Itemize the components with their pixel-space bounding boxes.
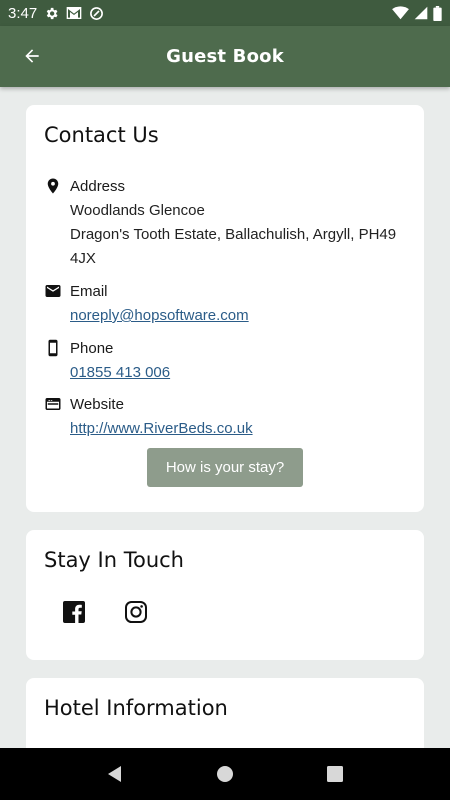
phone-link[interactable]: 01855 413 006 <box>70 361 404 385</box>
website-label: Website <box>70 396 124 413</box>
scroll-content[interactable]: Contact Us Address Woodlands Glencoe Dra… <box>0 87 450 748</box>
data-saver-icon <box>90 6 104 20</box>
website-row: Website http://www.RiverBeds.co.uk <box>44 393 404 441</box>
address-line1: Woodlands Glencoe <box>70 202 205 219</box>
instagram-icon[interactable] <box>124 600 148 624</box>
gmail-icon <box>66 7 82 19</box>
address-row: Address Woodlands Glencoe Dragon's Tooth… <box>44 175 404 271</box>
app-bar: Guest Book <box>0 26 450 87</box>
home-circle-icon <box>217 766 233 782</box>
status-bar: 3:47 <box>0 0 450 26</box>
phone-label: Phone <box>70 340 114 357</box>
back-button[interactable] <box>16 40 48 72</box>
back-triangle-icon <box>108 766 121 782</box>
website-body: Website http://www.RiverBeds.co.uk <box>70 393 404 441</box>
website-link[interactable]: http://www.RiverBeds.co.uk <box>70 417 404 441</box>
phone-body: Phone 01855 413 006 <box>70 337 404 385</box>
system-nav-bar <box>0 748 450 800</box>
status-time: 3:47 <box>8 4 38 22</box>
hotel-information-title: Hotel Information <box>44 696 228 720</box>
contact-title: Contact Us <box>44 123 159 147</box>
email-row: Email noreply@hopsoftware.com <box>44 280 404 328</box>
address-label: Address <box>70 178 126 195</box>
signal-icon <box>414 6 428 20</box>
social-links <box>62 600 148 624</box>
phone-icon <box>48 339 58 357</box>
stay-in-touch-card: Stay In Touch <box>26 530 424 660</box>
hotel-information-card: Hotel Information <box>26 678 424 748</box>
gear-icon <box>46 7 58 19</box>
web-icon <box>45 398 61 410</box>
email-body: Email noreply@hopsoftware.com <box>70 280 404 328</box>
how-is-your-stay-button[interactable]: How is your stay? <box>147 448 303 487</box>
email-label: Email <box>70 283 108 300</box>
status-left: 3:47 <box>8 5 104 22</box>
location-pin-icon <box>47 178 59 194</box>
wifi-icon <box>392 6 409 20</box>
address-line2: Dragon's Tooth Estate, Ballachulish, Arg… <box>70 226 397 267</box>
status-right <box>392 5 442 21</box>
facebook-icon[interactable] <box>62 600 86 624</box>
email-link[interactable]: noreply@hopsoftware.com <box>70 304 404 328</box>
nav-recents-button[interactable] <box>323 762 347 786</box>
phone-row: Phone 01855 413 006 <box>44 337 404 385</box>
contact-card: Contact Us Address Woodlands Glencoe Dra… <box>26 105 424 512</box>
page-title: Guest Book <box>166 46 284 67</box>
nav-home-button[interactable] <box>213 762 237 786</box>
mail-icon <box>45 285 61 297</box>
nav-back-button[interactable] <box>103 762 127 786</box>
stay-in-touch-title: Stay In Touch <box>44 548 184 572</box>
arrow-back-icon <box>25 49 39 63</box>
address-body: Address Woodlands Glencoe Dragon's Tooth… <box>70 175 404 271</box>
recents-square-icon <box>327 766 343 782</box>
battery-icon <box>433 5 442 21</box>
